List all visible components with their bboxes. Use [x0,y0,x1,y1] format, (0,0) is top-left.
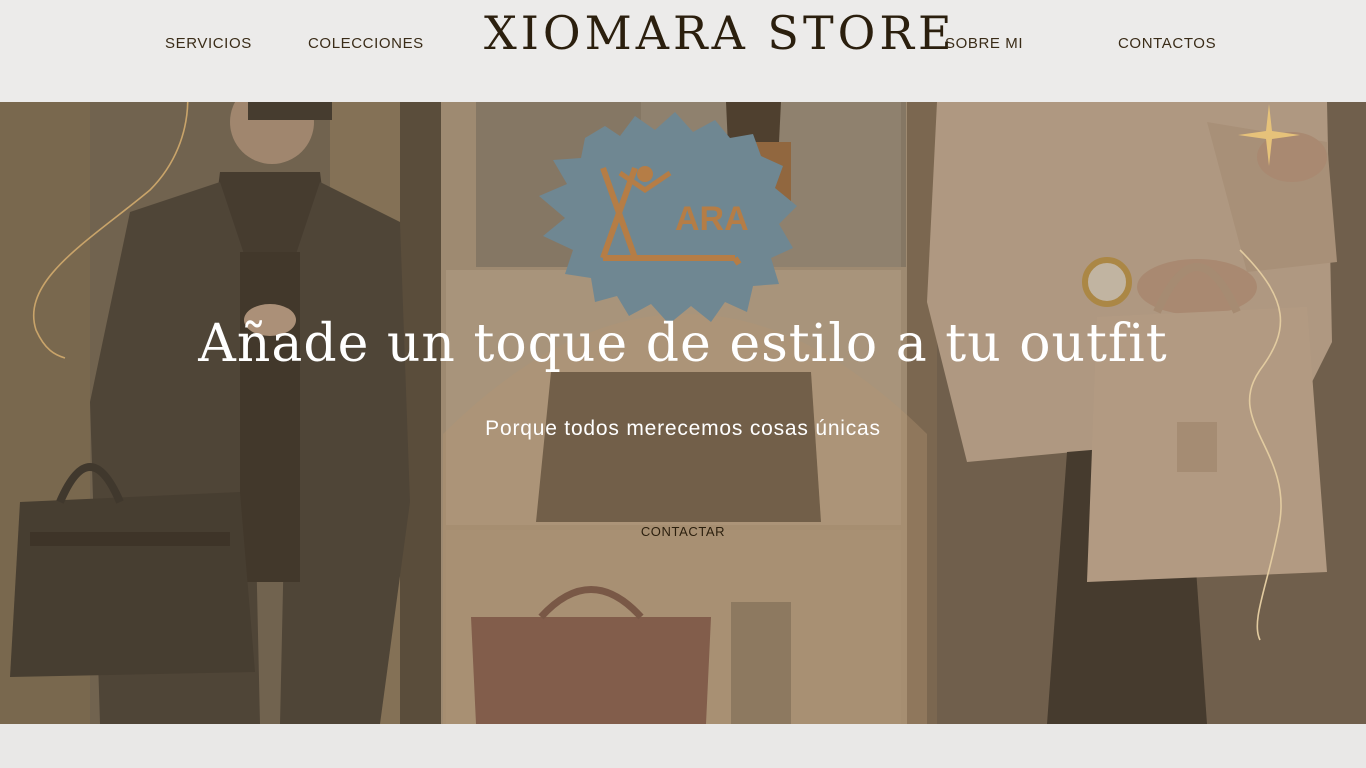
hero-banner: ARA Añade un toque de estilo a tu outfit… [0,102,1366,724]
contactar-button[interactable]: CONTACTAR [633,524,733,539]
logo-badge: ARA [539,112,797,324]
nav-link-servicios[interactable]: SERVICIOS [165,35,252,52]
hero-headline: Añade un toque de estilo a tu outfit [198,314,1168,374]
brand-title[interactable]: XIOMARA STORE [484,6,952,60]
store-logo[interactable]: ARA [525,108,805,328]
top-navigation: SERVICIOS COLECCIONES XIOMARA STORE SOBR… [0,0,1366,102]
hero-subheadline: Porque todos merecemos cosas únicas [485,417,881,440]
below-hero-strip [0,724,1366,768]
nav-link-colecciones[interactable]: COLECCIONES [308,35,424,52]
nav-link-sobre-mi[interactable]: SOBRE MI [945,35,1023,52]
logo-text: ARA [675,200,749,238]
nav-link-contactos[interactable]: CONTACTOS [1118,35,1216,52]
sparkle-star-icon [1238,104,1300,166]
